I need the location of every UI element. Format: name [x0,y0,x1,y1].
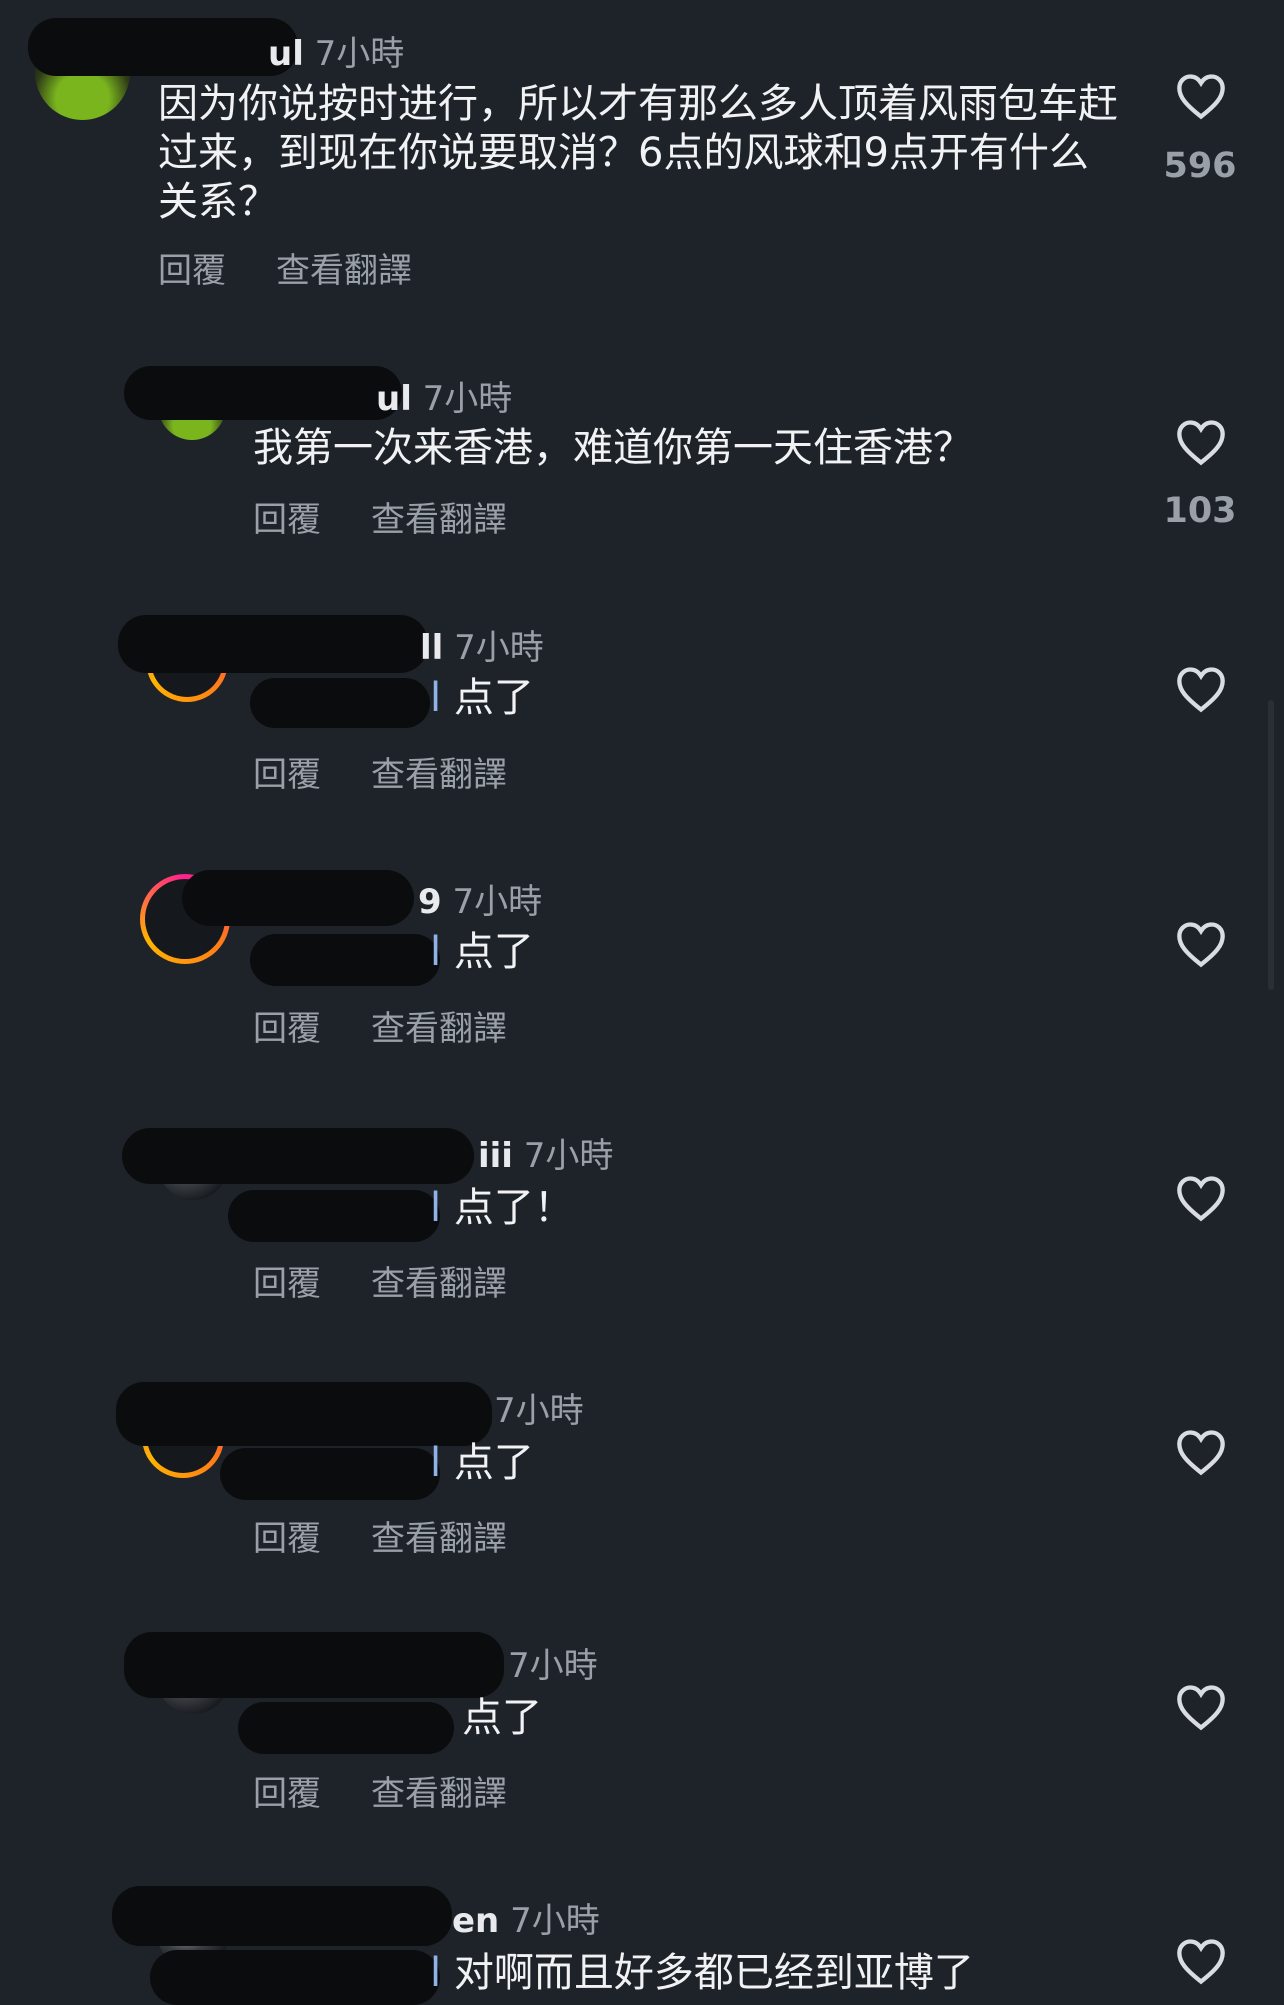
timestamp: 7小時 [452,882,543,922]
redacted-username [112,1886,452,1946]
comment-meta: ul 7小時 [268,26,404,75]
redacted-username [116,1382,492,1446]
comment-actions: 回覆 查看翻譯 [253,492,557,541]
comment-actions: 回覆 查看翻譯 [253,1256,557,1305]
redacted-mention [228,1190,440,1242]
heart-outline-icon[interactable] [1175,1683,1227,1731]
comment-meta: en 7小時 [452,1893,600,1942]
comment-body: 点了 [453,675,534,721]
comment-actions: 回覆 查看翻譯 [253,1766,557,1815]
comment-meta: ll 7小時 [420,620,544,669]
heart-outline-icon[interactable] [1175,1428,1227,1476]
comment-text: 点了 [462,1694,542,1743]
redacted-mention [220,1448,440,1500]
username-visible-part[interactable]: ul [376,379,412,419]
reply-button[interactable]: 回覆 [253,1001,321,1050]
reply-button[interactable]: 回覆 [253,747,321,796]
comment-text: l 对啊而且好多都已经到亚博了 [430,1949,974,1998]
comment-body: 对啊而且好多都已经到亚博了 [453,1950,974,1996]
comment-body: 点了 [462,1695,542,1741]
translate-button[interactable]: 查看翻譯 [371,1766,507,1815]
comment-meta: 9 7小時 [418,874,542,923]
like-count: 103 [1163,491,1237,531]
redacted-username [124,1632,504,1698]
reply-button[interactable]: 回覆 [253,1256,321,1305]
heart-outline-icon[interactable] [1175,72,1227,120]
mention-link[interactable]: l [430,1950,441,1996]
username-visible-part[interactable]: iii [478,1136,513,1176]
timestamp: 7小時 [494,1391,584,1431]
timestamp: 7小時 [508,1646,598,1686]
redacted-mention [250,678,430,728]
redacted-username [182,870,414,926]
translate-button[interactable]: 查看翻譯 [276,243,412,292]
mention-link[interactable]: l [430,675,441,721]
comment-meta: 7小時 [494,1383,584,1432]
comment-body: 点了！ [453,1185,574,1231]
comment-meta: ul 7小時 [376,371,512,420]
comment-meta: 7小時 [508,1638,598,1687]
comment-body: 点了 [453,1440,534,1486]
reply-button[interactable]: 回覆 [253,1511,321,1560]
comment-text: l 点了 [430,928,534,977]
username-visible-part[interactable]: ll [420,628,443,668]
scrollbar[interactable] [1268,700,1274,990]
comment-text: 因为你说按时进行，所以才有那么多人顶着风雨包车赶过来，到现在你说要取消？6点的风… [158,81,1118,225]
translate-button[interactable]: 查看翻譯 [371,492,507,541]
redacted-username [122,1128,474,1184]
comment-text: l 点了！ [430,1184,574,1233]
redacted-username [124,366,402,420]
username-visible-part[interactable]: 9 [418,882,442,922]
redacted-username [28,18,298,76]
mention-link[interactable]: l [430,1440,441,1486]
translate-button[interactable]: 查看翻譯 [371,1511,507,1560]
username-visible-part[interactable]: en [452,1901,499,1941]
timestamp: 7小時 [422,379,513,419]
timestamp: 7小時 [510,1901,600,1941]
translate-button[interactable]: 查看翻譯 [371,1001,507,1050]
redacted-mention [238,1702,454,1754]
reply-button[interactable]: 回覆 [158,243,226,292]
comment-meta: iii 7小時 [478,1128,613,1177]
reply-button[interactable]: 回覆 [253,1766,321,1815]
comment-text: 我第一次来香港，难道你第一天住香港？ [253,425,973,471]
timestamp: 7小時 [454,628,544,668]
comment-actions: 回覆 查看翻譯 [158,243,462,292]
timestamp: 7小時 [314,34,405,74]
comment-actions: 回覆 查看翻譯 [253,1001,557,1050]
comment-text: l 点了 [430,1439,534,1488]
redacted-mention [250,934,440,986]
redacted-mention [150,1950,440,2005]
like-count: 596 [1163,146,1237,186]
reply-button[interactable]: 回覆 [253,492,321,541]
username-visible-part[interactable]: ul [268,34,304,74]
comment-actions: 回覆 查看翻譯 [253,747,557,796]
comment-text: l 点了 [430,674,534,723]
heart-outline-icon[interactable] [1175,920,1227,968]
heart-outline-icon[interactable] [1175,418,1227,466]
translate-button[interactable]: 查看翻譯 [371,1256,507,1305]
timestamp: 7小時 [523,1136,614,1176]
comment-actions: 回覆 查看翻譯 [253,1511,557,1560]
heart-outline-icon[interactable] [1175,665,1227,713]
heart-outline-icon[interactable] [1175,1937,1227,1985]
comment-body: 点了 [453,929,534,975]
mention-link[interactable]: l [430,1185,441,1231]
mention-link[interactable]: l [430,929,441,975]
redacted-username [118,615,428,673]
heart-outline-icon[interactable] [1175,1174,1227,1222]
translate-button[interactable]: 查看翻譯 [371,747,507,796]
